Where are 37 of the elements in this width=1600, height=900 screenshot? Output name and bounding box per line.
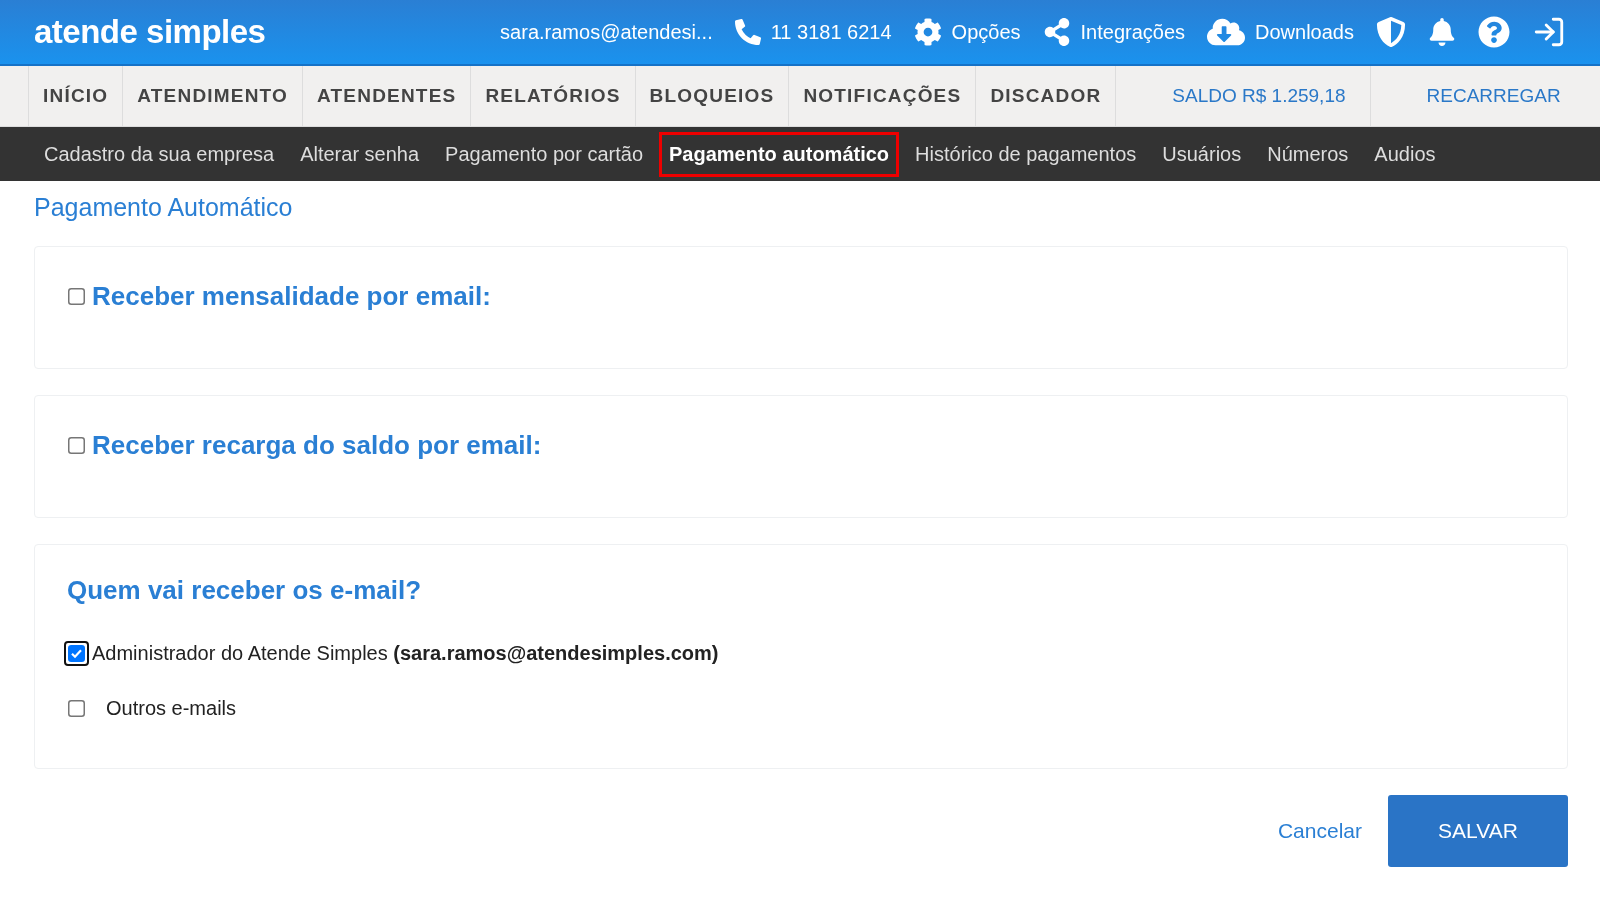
share-icon — [1042, 18, 1071, 46]
nav-tab[interactable]: INÍCIO — [28, 66, 123, 126]
cancel-link[interactable]: Cancelar — [1277, 819, 1362, 843]
user-email: sara.ramos@atendesi... — [500, 20, 713, 44]
nav-tab[interactable]: NOTIFICAÇÕES — [788, 66, 976, 126]
section-title: Quem vai receber os e-mail? — [67, 575, 423, 606]
phone-link[interactable]: 11 3181 6214 — [734, 19, 892, 45]
sub-nav-link[interactable]: Pagamento por cartão — [435, 131, 653, 177]
options-link[interactable]: Opções — [913, 18, 1021, 46]
section-label: Receber mensalidade por email: — [92, 281, 491, 312]
sub-nav-link[interactable]: Usuários — [1152, 131, 1252, 177]
sub-nav-link[interactable]: Pagamento automático — [659, 131, 900, 177]
nav-tab[interactable]: ATENDENTES — [302, 66, 471, 126]
sub-nav-link[interactable]: Alterar senha — [290, 131, 430, 177]
save-button[interactable]: SALVAR — [1388, 795, 1568, 867]
bell-icon[interactable] — [1428, 18, 1456, 46]
sub-nav-link[interactable]: Cadastro da sua empresa — [34, 131, 285, 177]
help-icon[interactable] — [1478, 16, 1510, 48]
sub-nav-link[interactable]: Histórico de pagamentos — [905, 131, 1147, 177]
checkbox[interactable] — [64, 641, 89, 666]
integrations-link[interactable]: Integrações — [1042, 18, 1186, 46]
sub-nav-link[interactable]: Números — [1257, 131, 1359, 177]
section-label: Receber recarga do saldo por email: — [92, 430, 542, 461]
downloads-link[interactable]: Downloads — [1207, 13, 1354, 51]
page-title: Pagamento Automático — [34, 193, 294, 222]
balance-link[interactable]: SALDO R$ 1.259,18 — [1115, 66, 1370, 126]
logo: atende simples — [34, 13, 266, 51]
gear-icon — [913, 18, 942, 46]
shield-icon[interactable] — [1376, 17, 1406, 47]
nav-tab[interactable]: DISCADOR — [975, 66, 1116, 126]
nav-tab[interactable]: RELATÓRIOS — [470, 66, 635, 126]
recharge-link[interactable]: RECARREGAR — [1369, 66, 1585, 126]
logout-icon[interactable] — [1532, 15, 1566, 49]
nav-tab[interactable]: BLOQUEIOS — [634, 66, 789, 126]
sub-nav-link[interactable]: Audios — [1364, 131, 1446, 177]
phone-icon — [734, 19, 761, 45]
nav-tab[interactable]: ATENDIMENTO — [122, 66, 303, 126]
